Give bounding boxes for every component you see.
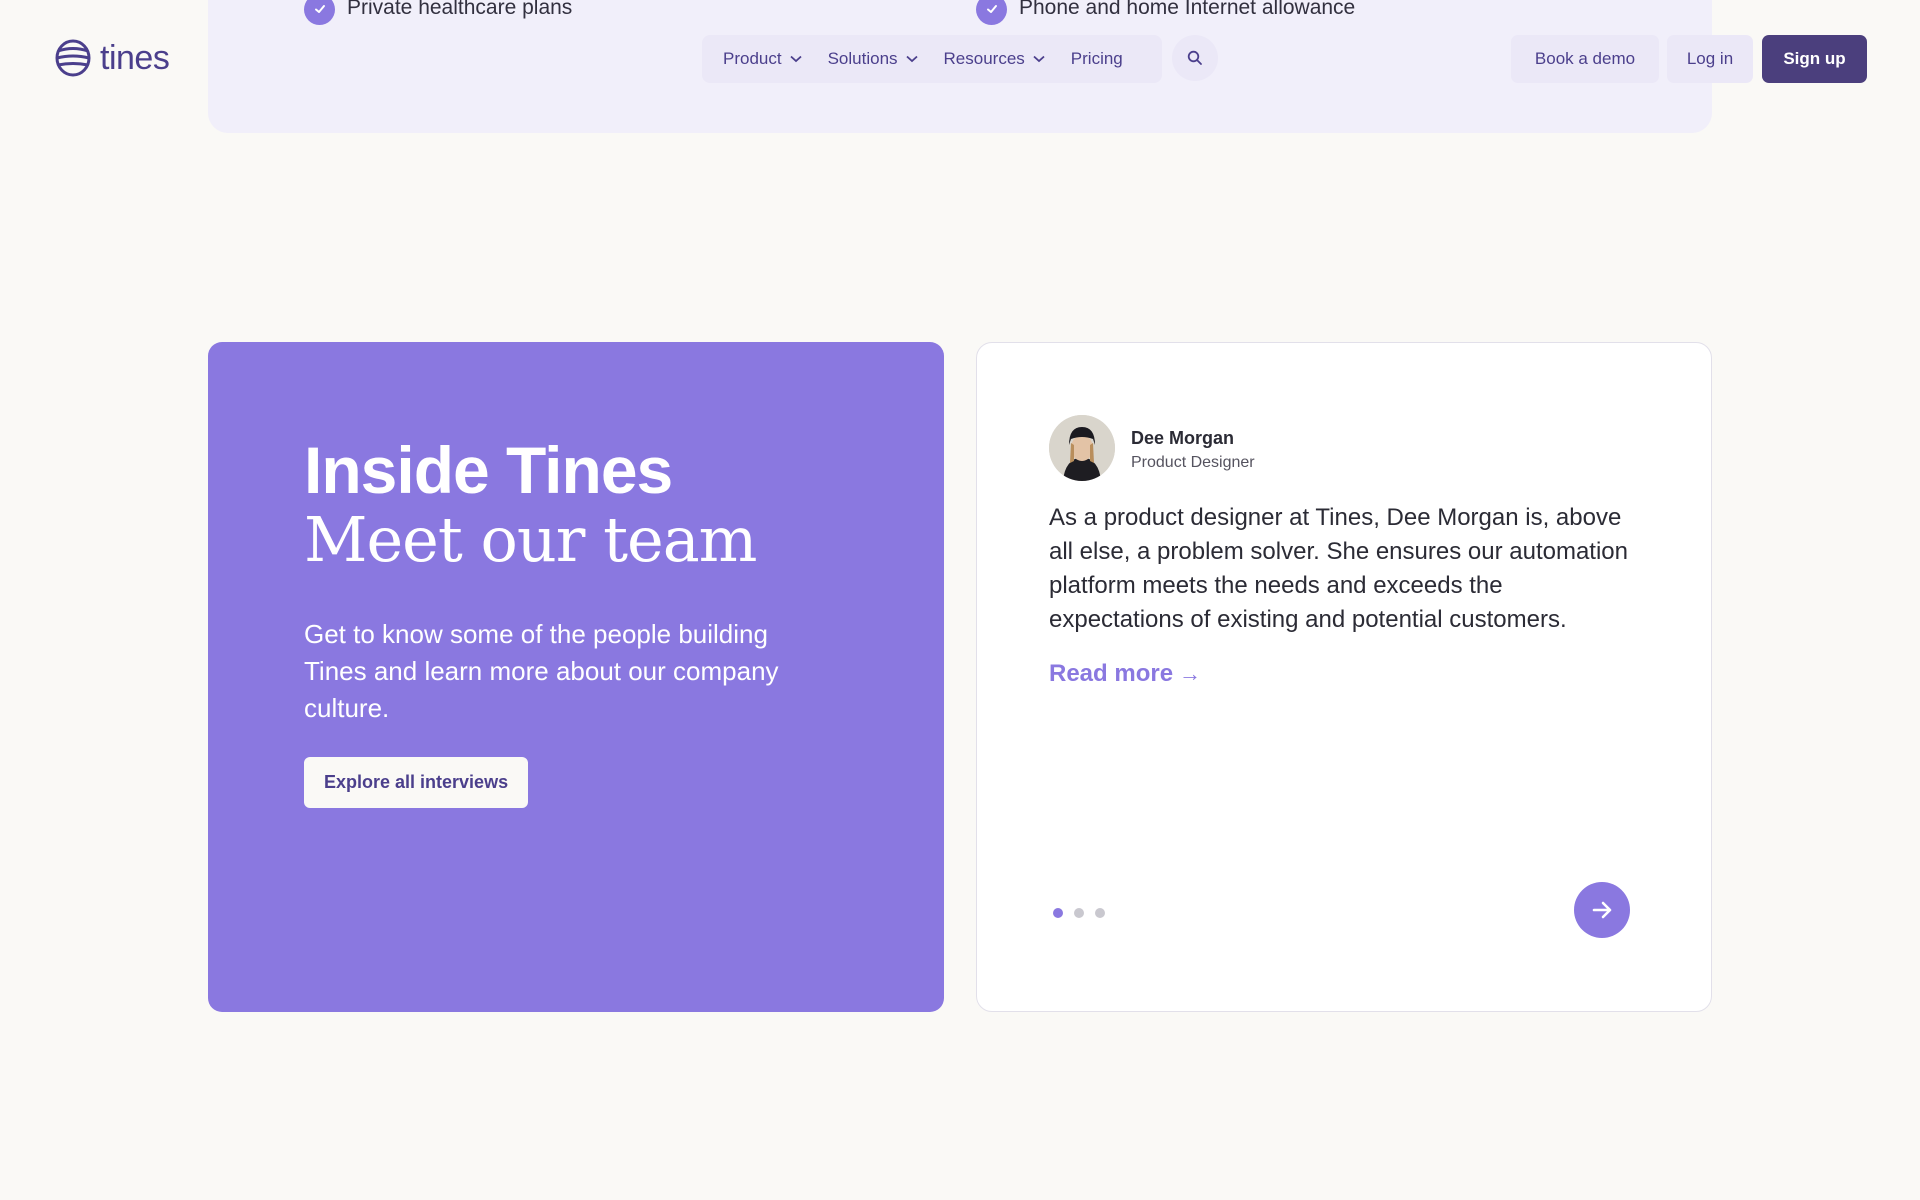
- carousel-dot[interactable]: [1074, 908, 1084, 918]
- log-in-button[interactable]: Log in: [1667, 35, 1753, 83]
- main-nav: Product Solutions Resources Pricing: [702, 35, 1162, 83]
- person-name: Dee Morgan: [1131, 428, 1235, 448]
- nav-label: Resources: [943, 49, 1025, 68]
- benefit-item: Phone and home Internet allowance: [976, 0, 1355, 26]
- logo-link[interactable]: tines: [54, 38, 170, 78]
- section-description: Get to know some of the people building …: [304, 619, 779, 723]
- benefit-item: Private healthcare plans: [304, 0, 572, 26]
- nav-item-solutions[interactable]: Solutions: [828, 49, 918, 69]
- carousel-dot[interactable]: [1095, 908, 1105, 918]
- chevron-down-icon: [905, 55, 918, 63]
- explore-interviews-button[interactable]: Explore all interviews: [304, 757, 529, 808]
- chevron-down-icon: [789, 55, 802, 63]
- next-slide-button[interactable]: [1574, 882, 1630, 938]
- search-icon: [1187, 50, 1202, 65]
- title-line-2: Meet our team: [304, 503, 757, 576]
- nav-item-product[interactable]: Product: [723, 49, 802, 69]
- check-icon: [304, 0, 335, 25]
- nav-label: Product: [723, 49, 782, 68]
- read-more-label: Read more: [1049, 660, 1174, 687]
- carousel-dots: [1053, 908, 1116, 918]
- sign-up-button[interactable]: Sign up: [1762, 35, 1867, 83]
- logo-text: tines: [100, 38, 170, 77]
- nav-item-resources[interactable]: Resources: [944, 49, 1045, 69]
- benefit-label: Private healthcare plans: [347, 0, 573, 19]
- inside-tines-card: Inside Tines Meet our team Get to know s…: [208, 342, 944, 1012]
- carousel-dot[interactable]: [1053, 908, 1063, 918]
- testimonial-text: As a product designer at Tines, Dee Morg…: [1049, 504, 1628, 633]
- search-button[interactable]: [1172, 35, 1218, 81]
- benefit-label: Phone and home Internet allowance: [1019, 0, 1356, 19]
- avatar: [1049, 415, 1115, 481]
- arrow-right-icon: →: [1179, 661, 1202, 686]
- nav-item-pricing[interactable]: Pricing: [1071, 49, 1123, 69]
- book-demo-button[interactable]: Book a demo: [1511, 35, 1659, 83]
- arrow-right-icon: [1592, 901, 1612, 919]
- section-title: Inside Tines Meet our team: [304, 433, 757, 576]
- check-icon: [976, 0, 1007, 25]
- testimonial-card: Dee Morgan Product Designer As a product…: [976, 342, 1712, 1012]
- read-more-link[interactable]: Read more →: [1049, 660, 1201, 688]
- nav-label: Solutions: [827, 49, 898, 68]
- nav-label: Pricing: [1070, 49, 1123, 68]
- tines-logo-icon: [55, 39, 91, 77]
- title-line-1: Inside Tines: [304, 433, 673, 507]
- person-role: Product Designer: [1131, 454, 1255, 471]
- chevron-down-icon: [1033, 55, 1045, 63]
